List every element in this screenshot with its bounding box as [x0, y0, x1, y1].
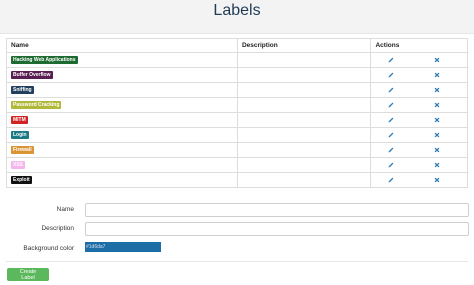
cell-name: Firewall — [6, 142, 238, 158]
pencil-icon[interactable] — [387, 176, 395, 184]
pencil-icon[interactable] — [387, 146, 395, 154]
table-row: Buffer Overflow — [6, 67, 468, 83]
label-badge: Password Cracking — [11, 101, 62, 109]
cell-name: Sniffing — [6, 82, 238, 98]
cell-name: XSS — [6, 157, 238, 173]
cell-name: Exploit — [6, 172, 238, 188]
description-input[interactable] — [85, 222, 469, 236]
table-row: Exploit — [6, 172, 468, 188]
label-badge: Hacking Web Applications — [11, 56, 78, 64]
description-label: Description — [41, 225, 74, 232]
background-color-label: Background color — [23, 245, 74, 252]
label-badge: Sniffing — [11, 86, 34, 94]
create-label-button[interactable]: Create Label — [7, 268, 49, 281]
cell-actions — [370, 112, 468, 128]
table-header-row: Name Description Actions — [6, 38, 468, 53]
pencil-icon[interactable] — [387, 131, 395, 139]
close-icon[interactable] — [433, 161, 441, 169]
cell-description — [236, 112, 372, 128]
label-badge: Login — [11, 131, 29, 139]
cell-description — [236, 172, 372, 188]
page-header: Labels — [0, 0, 474, 34]
cell-description — [236, 52, 372, 68]
cell-actions — [370, 157, 468, 173]
column-header-description: Description — [236, 38, 372, 53]
name-input[interactable] — [85, 203, 469, 217]
table-row: Password Cracking — [6, 97, 468, 113]
cell-description — [236, 157, 372, 173]
name-row: Name — [0, 203, 474, 219]
cell-description — [236, 142, 372, 158]
cell-name: MITM — [6, 112, 238, 128]
pencil-icon[interactable] — [387, 161, 395, 169]
cell-actions — [370, 52, 468, 68]
cell-description — [236, 82, 372, 98]
name-label: Name — [56, 206, 74, 213]
cell-description — [236, 67, 372, 83]
label-badge: MITM — [11, 116, 28, 124]
background-color-picker[interactable]: #1d6da7 — [85, 242, 161, 252]
cell-name: Password Cracking — [6, 97, 238, 113]
close-icon[interactable] — [433, 101, 441, 109]
table-row: Sniffing — [6, 82, 468, 98]
label-badge: Buffer Overflow — [11, 71, 53, 79]
cell-actions — [370, 67, 468, 83]
table-row: Login — [6, 127, 468, 143]
label-badge: Exploit — [11, 176, 32, 184]
pencil-icon[interactable] — [387, 116, 395, 124]
label-badge: XSS — [11, 161, 26, 169]
cell-actions — [370, 127, 468, 143]
close-icon[interactable] — [433, 131, 441, 139]
column-header-actions: Actions — [370, 38, 468, 53]
cell-name: Buffer Overflow — [6, 67, 238, 83]
close-icon[interactable] — [433, 146, 441, 154]
close-icon[interactable] — [433, 176, 441, 184]
background-color-row: Background color #1d6da7 — [0, 242, 474, 258]
close-icon[interactable] — [433, 71, 441, 79]
table-row: MITM — [6, 112, 468, 128]
pencil-icon[interactable] — [387, 101, 395, 109]
page-title: Labels — [213, 2, 261, 19]
pencil-icon[interactable] — [387, 56, 395, 64]
cell-name: Hacking Web Applications — [6, 52, 238, 68]
label-badge: Firewall — [11, 146, 34, 154]
close-icon[interactable] — [433, 86, 441, 94]
cell-description — [236, 127, 372, 143]
labels-table: Name Description Actions Hacking Web App… — [6, 38, 468, 188]
description-row: Description — [0, 222, 474, 238]
cell-actions — [370, 97, 468, 113]
form-divider — [6, 261, 468, 262]
column-header-name: Name — [6, 38, 238, 53]
cell-actions — [370, 82, 468, 98]
cell-name: Login — [6, 127, 238, 143]
pencil-icon[interactable] — [387, 86, 395, 94]
cell-actions — [370, 172, 468, 188]
table-row: Hacking Web Applications — [6, 52, 468, 68]
close-icon[interactable] — [433, 116, 441, 124]
cell-description — [236, 97, 372, 113]
close-icon[interactable] — [433, 56, 441, 64]
pencil-icon[interactable] — [387, 71, 395, 79]
cell-actions — [370, 142, 468, 158]
table-row: Firewall — [6, 142, 468, 158]
table-row: XSS — [6, 157, 468, 173]
